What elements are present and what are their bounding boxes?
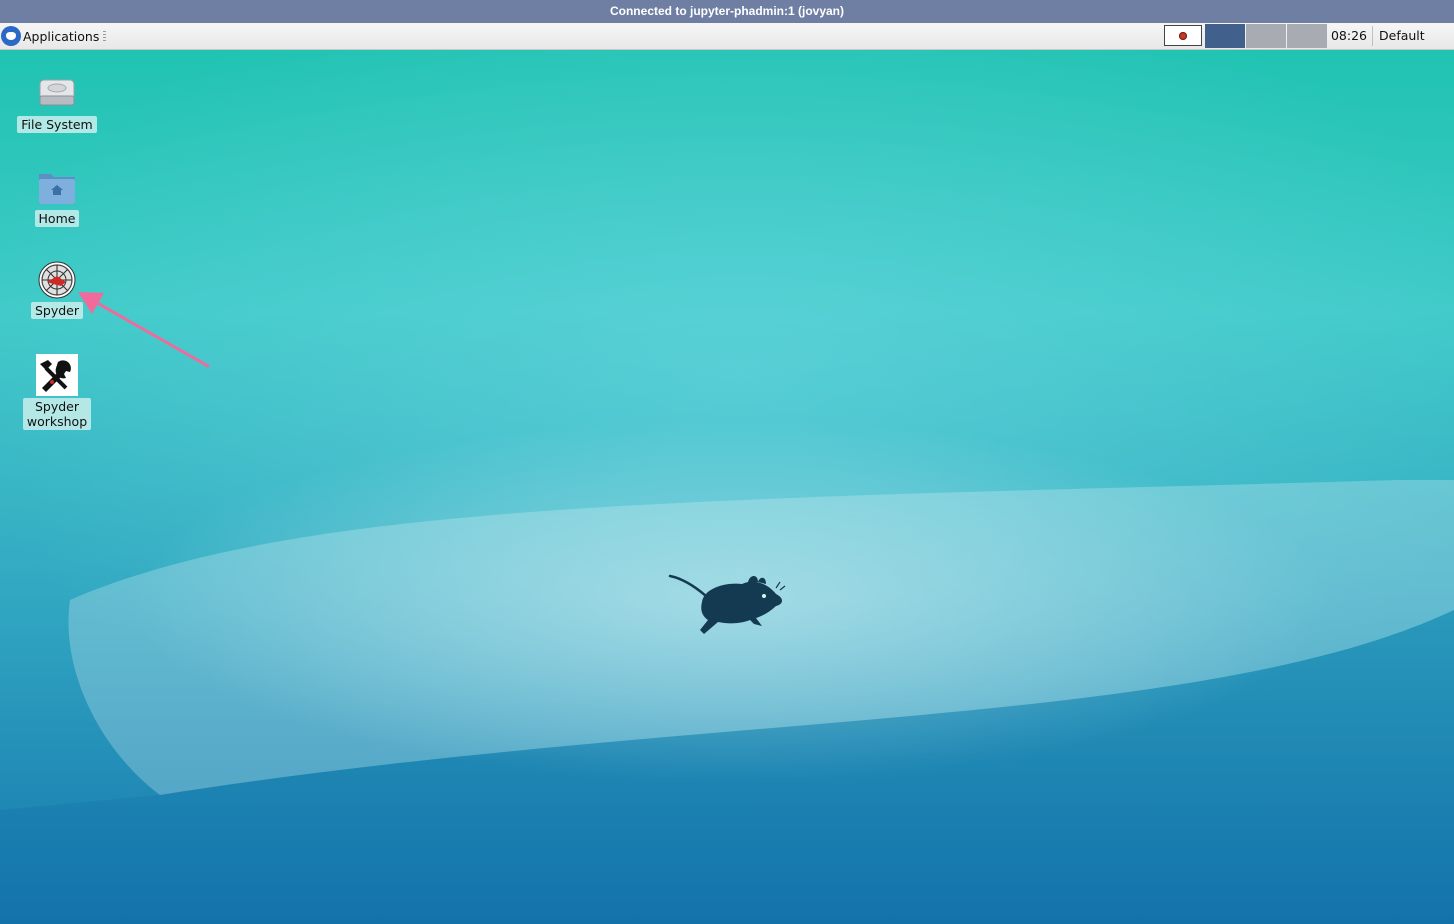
xfce-logo-icon [1,26,21,46]
workspace-2-button[interactable] [1246,24,1286,48]
desktop-icon-file-system[interactable]: File System [12,74,102,133]
panel-separator [1372,26,1373,46]
top-panel: Applications 08:26 Default user [0,23,1454,69]
workspace-3-button[interactable] [1287,24,1327,48]
desktop-icon-label: Spyder workshop [22,398,92,430]
desktop-icon-label: Home [34,210,80,227]
desktop-icon-home[interactable]: Home [12,168,102,227]
label-line-2: workshop [26,414,88,429]
label-line-1: Spyder [34,399,80,414]
panel-handle[interactable] [103,31,106,42]
wallpaper-wave [0,480,1454,924]
applications-label: Applications [23,28,100,44]
annotation-arrow [78,292,210,368]
desktop[interactable]: File System Home Spyder Spyder workshop [0,50,1454,924]
desktop-icon-label: File System [17,116,97,133]
vnc-title-bar: Connected to jupyter-phadmin:1 (jovyan) [0,0,1454,23]
xfce-mouse-icon [668,574,786,634]
panel-clock[interactable]: 08:26 [1330,23,1368,49]
hard-drive-icon [35,74,79,114]
workspace-1-button[interactable] [1205,24,1245,48]
home-folder-icon [35,168,79,208]
user-menu-button[interactable]: Default user [1379,23,1454,69]
tray-app-icon[interactable] [1164,25,1202,46]
applications-menu-button[interactable]: Applications [0,23,103,49]
